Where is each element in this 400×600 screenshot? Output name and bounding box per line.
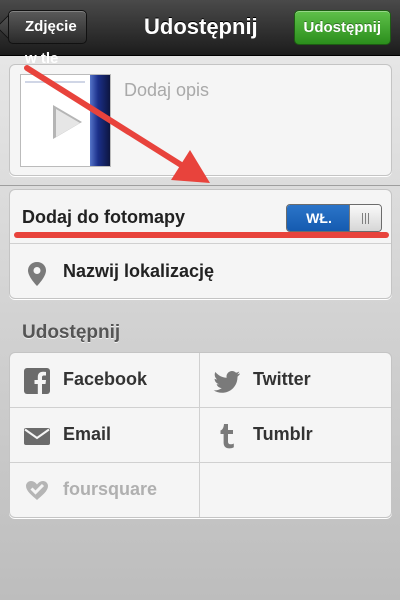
twitter-icon: [213, 371, 240, 393]
location-row[interactable]: Nazwij lokalizację: [10, 244, 391, 300]
play-icon: [56, 109, 80, 137]
grip-line: [365, 213, 366, 224]
share-foursquare[interactable]: foursquare: [10, 463, 199, 518]
page-title: Udostępnij: [144, 14, 258, 39]
back-button[interactable]: Zdjęcie w tle: [8, 10, 87, 67]
photomap-toggle[interactable]: WŁ.: [286, 204, 382, 232]
toggle-thumb[interactable]: [349, 205, 381, 231]
location-card: Dodaj do fotomapy WŁ. Nazwij lokalizację: [9, 189, 392, 299]
navigation-bar: Zdjęcie w tle Udostępnij Udostępnij: [0, 0, 400, 67]
foursquare-label: foursquare: [63, 479, 158, 499]
share-button[interactable]: Udostępnij: [293, 10, 391, 45]
grip-line: [368, 213, 369, 224]
location-pin-icon: [28, 262, 46, 286]
video-thumbnail[interactable]: [20, 74, 111, 167]
section-divider: [0, 185, 400, 186]
photomap-label: Dodaj do fotomapy: [22, 207, 185, 227]
grip-line: [362, 213, 363, 224]
email-icon: [24, 428, 50, 445]
share-facebook[interactable]: Facebook: [10, 353, 199, 408]
empty-cell: [200, 463, 389, 518]
facebook-label: Facebook: [63, 369, 148, 389]
share-tumblr[interactable]: Tumblr: [200, 408, 389, 463]
location-label: Nazwij lokalizację: [63, 261, 215, 281]
tumblr-label: Tumblr: [253, 424, 313, 444]
tumblr-icon: [220, 424, 234, 449]
toggle-on-label: WŁ.: [287, 205, 351, 231]
thumbnail-blue-strip: [90, 75, 110, 166]
facebook-icon: [24, 368, 50, 394]
share-twitter[interactable]: Twitter: [200, 353, 389, 408]
caption-input[interactable]: Dodaj opis: [124, 80, 209, 101]
share-email[interactable]: Email: [10, 408, 199, 463]
foursquare-icon: [26, 481, 48, 500]
share-section-title: Udostępnij: [22, 322, 121, 343]
media-card: Dodaj opis: [9, 64, 392, 176]
thumbnail-detail: [25, 81, 85, 83]
twitter-label: Twitter: [253, 369, 311, 389]
email-label: Email: [63, 424, 112, 444]
share-grid: Facebook Twitter Email Tumblr foursquare: [9, 352, 392, 518]
